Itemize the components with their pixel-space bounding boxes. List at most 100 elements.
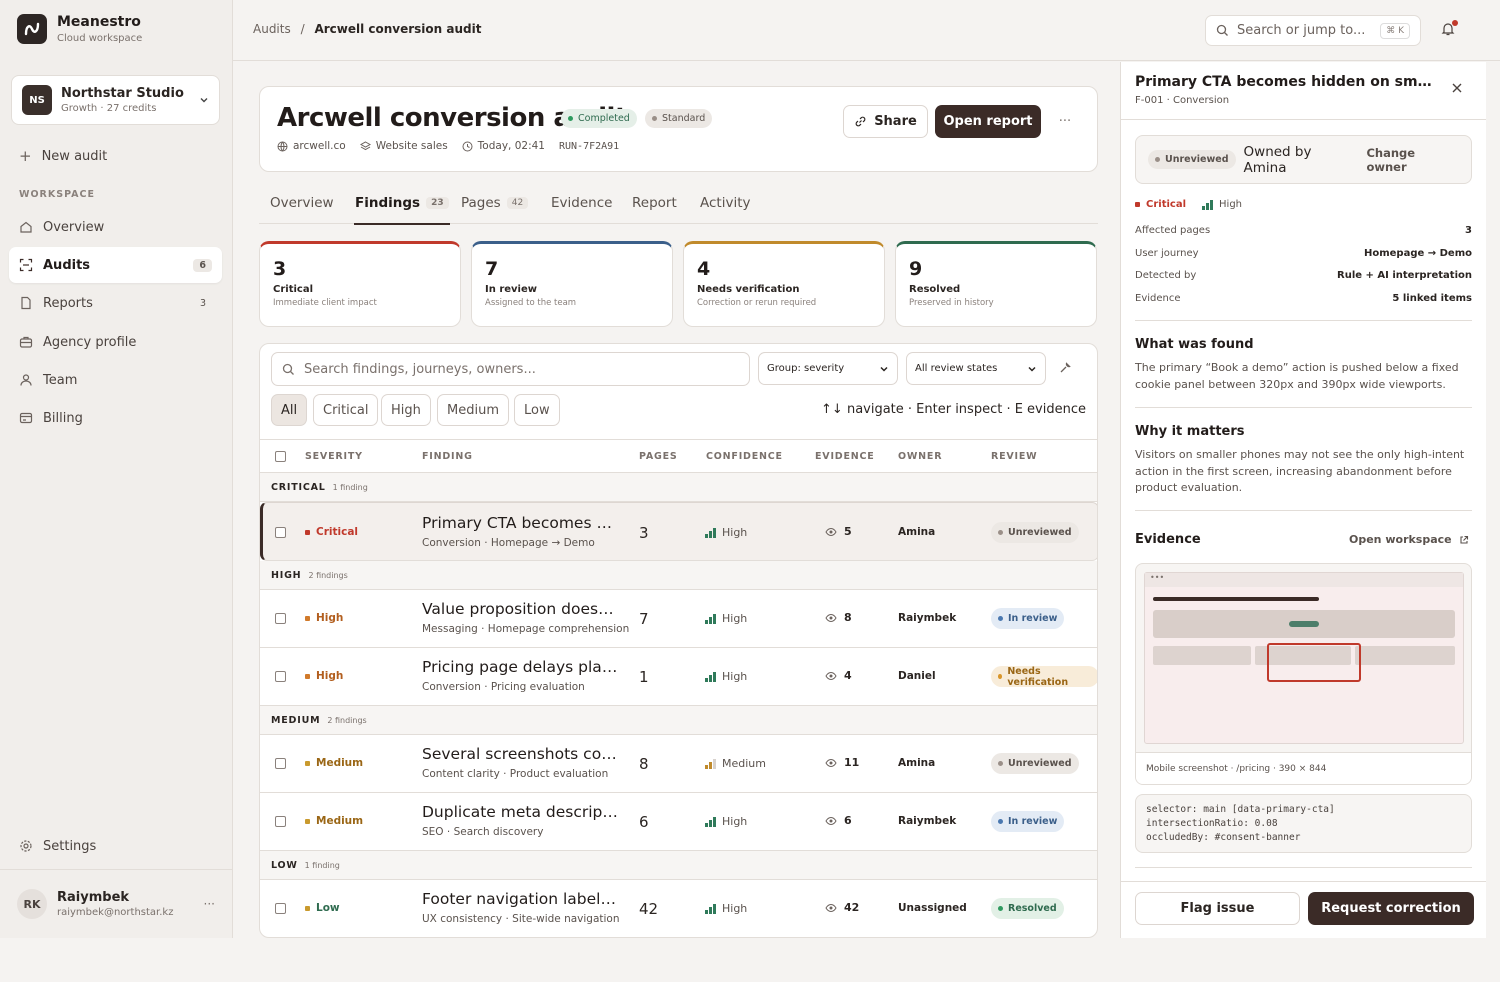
table-row[interactable]: Critical Primary CTA becomes hidden on s… <box>260 502 1097 561</box>
breadcrumb-current: Arcwell conversion audit <box>314 22 482 36</box>
sidebar-item-label: Agency profile <box>43 334 137 350</box>
review-badge[interactable]: In review <box>991 811 1065 832</box>
stat-card-needs-verification[interactable]: 4 Needs verification Correction or rerun… <box>683 241 885 327</box>
table-row[interactable]: High Pricing page delays plan comparison… <box>260 648 1097 706</box>
user-menu[interactable]: RK Raiymbek raiymbek@northstar.kz ··· <box>0 869 232 938</box>
finding-title[interactable]: Several screenshots contain outdated UI <box>422 745 618 763</box>
column-header-owner[interactable]: OWNER <box>898 451 942 462</box>
sidebar-item-settings[interactable]: Settings <box>9 828 222 864</box>
table-row[interactable]: High Value proposition does not explain … <box>260 590 1097 648</box>
stat-sub: Correction or rerun required <box>697 298 817 308</box>
column-header-evidence[interactable]: EVIDENCE <box>815 451 875 462</box>
tab-pages[interactable]: Pages 42 <box>461 195 529 211</box>
column-header-finding[interactable]: FINDING <box>422 451 473 462</box>
evidence-screenshot[interactable]: ••• Mobile screenshot · /pricing · 390 ×… <box>1135 563 1472 785</box>
fact-key: Evidence <box>1135 293 1181 304</box>
table-row[interactable]: Medium Duplicate meta descriptions acros… <box>260 793 1097 851</box>
change-owner-button[interactable]: Change owner <box>1366 146 1459 174</box>
review-state-select[interactable]: All review states <box>906 352 1046 385</box>
review-badge[interactable]: Unreviewed <box>991 522 1079 543</box>
pages-count: 42 <box>639 900 659 918</box>
tab-findings[interactable]: Findings 23 <box>354 195 450 225</box>
sidebar-item-team[interactable]: Team <box>9 362 222 398</box>
row-checkbox[interactable] <box>275 527 286 538</box>
sidebar-item-reports[interactable]: Reports 3 <box>9 285 222 321</box>
close-button[interactable] <box>1451 82 1463 98</box>
review-badge[interactable]: In review <box>991 608 1065 629</box>
search-icon <box>1216 24 1228 36</box>
tab-report[interactable]: Report <box>632 195 677 211</box>
review-badge[interactable]: Resolved <box>991 898 1064 919</box>
global-search[interactable]: Search or jump to... ⌘ K <box>1205 15 1421 46</box>
status-label: Completed <box>578 113 630 124</box>
row-checkbox[interactable] <box>275 816 286 827</box>
open-report-button[interactable]: Open report <box>935 105 1041 138</box>
group-select[interactable]: Group: severity <box>758 352 898 385</box>
review-dot <box>998 616 1003 621</box>
tab-overview[interactable]: Overview <box>270 195 334 211</box>
avatar: RK <box>17 889 47 919</box>
finding-title[interactable]: Value proposition does not explain the o… <box>422 600 618 618</box>
stat-card-in-review[interactable]: 7 In review Assigned to the team <box>471 241 673 327</box>
group-header-high: HIGH 2 findings <box>260 561 1097 590</box>
chevron-down-icon <box>1028 366 1036 372</box>
pages-count: 6 <box>639 813 649 831</box>
column-header-pages[interactable]: PAGES <box>639 451 678 462</box>
more-icon[interactable]: ··· <box>204 897 215 911</box>
category-meta: Website sales <box>359 140 448 152</box>
evidence-count: 5 <box>825 525 852 538</box>
row-checkbox[interactable] <box>275 758 286 769</box>
sidebar-item-audits[interactable]: Audits 6 <box>9 247 222 283</box>
review-badge[interactable]: Unreviewed <box>991 753 1079 774</box>
more-options-button[interactable]: ··· <box>1052 105 1078 138</box>
flag-issue-button[interactable]: Flag issue <box>1135 892 1300 925</box>
share-button[interactable]: Share <box>843 105 928 138</box>
request-correction-button[interactable]: Request correction <box>1308 892 1474 925</box>
stat-card-critical[interactable]: 3 Critical Immediate client impact <box>259 241 461 327</box>
column-header-severity[interactable]: SEVERITY <box>305 451 363 462</box>
severity-label: High <box>316 612 344 624</box>
tab-evidence[interactable]: Evidence <box>551 195 612 211</box>
org-switcher[interactable]: NS Northstar Studio Growth · 27 credits <box>11 75 220 125</box>
filter-chip-all[interactable]: All <box>271 394 308 426</box>
wrench-icon[interactable] <box>1059 361 1072 374</box>
filter-chip-low[interactable]: Low <box>514 394 560 426</box>
category-text: Website sales <box>375 140 448 152</box>
table-row[interactable]: Low Footer navigation label does not mat… <box>260 880 1097 937</box>
open-workspace-link[interactable]: Open workspace <box>1349 533 1469 546</box>
review-badge[interactable]: Needs verification <box>991 665 1097 688</box>
severity-dot <box>305 818 310 824</box>
column-header-review[interactable]: REVIEW <box>991 451 1037 462</box>
code-line: occludedBy: #consent-banner <box>1146 832 1301 843</box>
severity-badge: Medium <box>305 757 363 769</box>
confidence-label: Medium <box>722 757 766 770</box>
breadcrumb-audits-link[interactable]: Audits <box>253 22 291 36</box>
stat-label: Resolved <box>909 284 961 295</box>
tab-label: Report <box>632 195 677 211</box>
finding-title[interactable]: Pricing page delays plan comparison <box>422 658 618 676</box>
select-all-checkbox[interactable] <box>275 451 286 462</box>
findings-search-input[interactable]: Search findings, journeys, owners... <box>271 352 750 386</box>
notifications-button[interactable] <box>1440 20 1458 40</box>
tab-activity[interactable]: Activity <box>700 195 751 211</box>
finding-title[interactable]: Primary CTA becomes hidden on small mobi… <box>422 514 618 532</box>
filter-chip-critical[interactable]: Critical <box>313 394 379 426</box>
filter-chip-medium[interactable]: Medium <box>437 394 509 426</box>
filter-chip-high[interactable]: High <box>381 394 431 426</box>
new-audit-button[interactable]: + New audit <box>19 147 107 165</box>
brand[interactable]: Meanestro Cloud workspace <box>17 14 142 44</box>
row-checkbox[interactable] <box>275 613 286 624</box>
table-row[interactable]: Medium Several screenshots contain outda… <box>260 735 1097 793</box>
sidebar-item-agency-profile[interactable]: Agency profile <box>9 324 222 360</box>
review-label: Needs verification <box>1007 665 1069 688</box>
review-dot <box>998 761 1003 766</box>
row-checkbox[interactable] <box>275 903 286 914</box>
finding-title[interactable]: Footer navigation label does not match h… <box>422 890 618 908</box>
clock-icon <box>462 141 473 151</box>
column-header-confidence[interactable]: CONFIDENCE <box>706 451 783 462</box>
stat-card-resolved[interactable]: 9 Resolved Preserved in history <box>895 241 1097 327</box>
sidebar-item-billing[interactable]: Billing <box>9 400 222 436</box>
sidebar-item-overview[interactable]: Overview <box>9 209 222 245</box>
row-checkbox[interactable] <box>275 671 286 682</box>
finding-title[interactable]: Duplicate meta descriptions across pages <box>422 803 618 821</box>
